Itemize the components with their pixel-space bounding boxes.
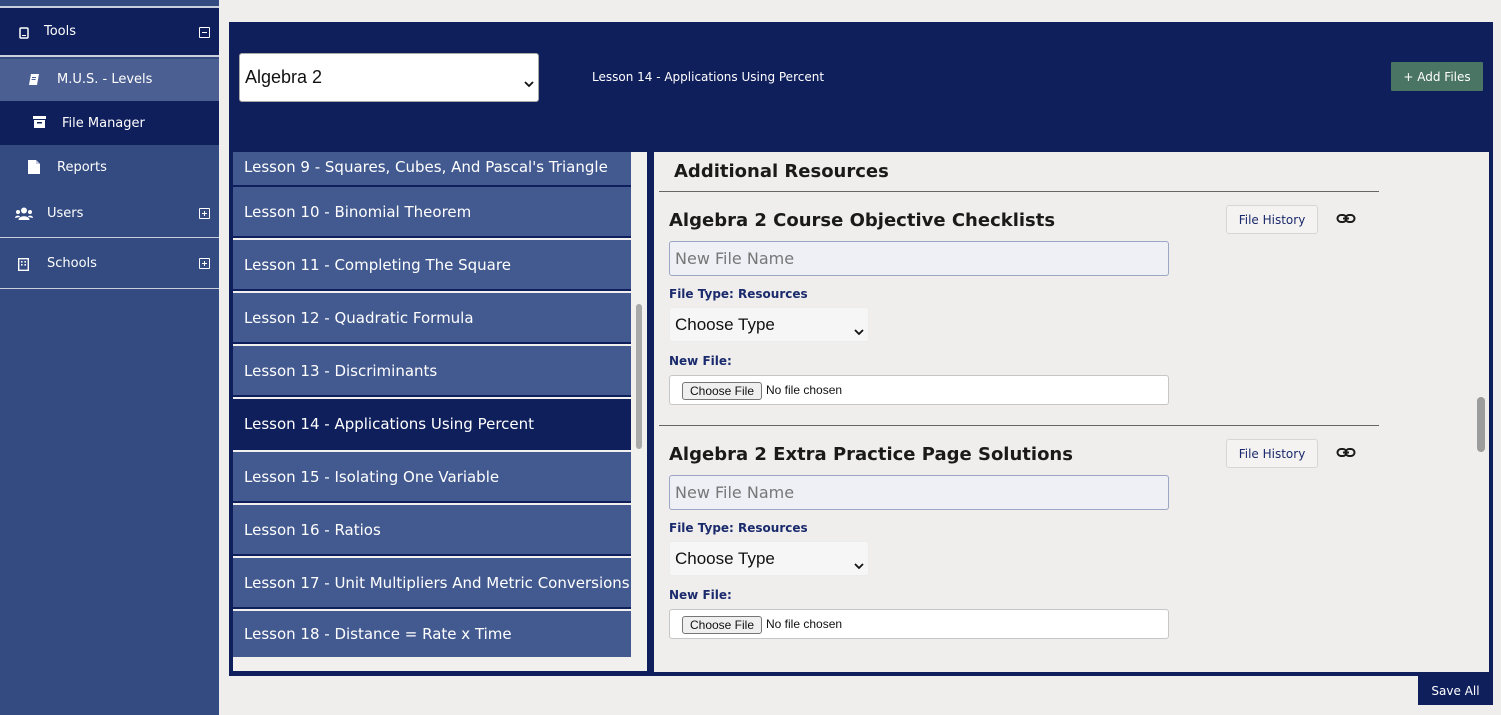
sidebar-item-label: Tools	[44, 24, 77, 39]
sidebar-item-mus-levels[interactable]: M.U.S. - Levels	[0, 59, 219, 101]
divider	[659, 191, 1379, 192]
file-input[interactable]: Choose File No file chosen	[669, 609, 1169, 639]
sidebar-item-tools[interactable]: Tools	[0, 8, 219, 57]
lesson-item-active[interactable]: Lesson 14 - Applications Using Percent	[233, 399, 631, 450]
sidebar-item-file-manager[interactable]: File Manager	[0, 101, 219, 145]
building-icon	[17, 257, 29, 271]
sidebar-item-label: M.U.S. - Levels	[57, 72, 153, 87]
file-icon	[27, 159, 41, 174]
lesson-list: Lesson 9 - Squares, Cubes, And Pascal's …	[233, 152, 647, 671]
chevron-down-icon	[854, 321, 864, 341]
file-input[interactable]: Choose File No file chosen	[669, 375, 1169, 405]
divider	[659, 425, 1379, 426]
lesson-item[interactable]: Lesson 15 - Isolating One Variable	[233, 452, 631, 503]
sidebar-item-schools[interactable]: Schools	[0, 239, 219, 289]
choose-file-button[interactable]: Choose File	[682, 382, 762, 400]
sidebar-item-label: Users	[47, 206, 84, 221]
resources-heading: Additional Resources	[674, 161, 889, 182]
save-all-button[interactable]: Save All	[1418, 676, 1493, 705]
collapse-icon[interactable]	[199, 27, 210, 38]
list-spacer	[233, 657, 631, 671]
lesson-item[interactable]: Lesson 9 - Squares, Cubes, And Pascal's …	[233, 152, 631, 187]
file-type-select-value: Choose Type	[675, 548, 775, 568]
course-select-value: Algebra 2	[245, 67, 323, 87]
expand-icon[interactable]	[199, 258, 210, 269]
lesson-item[interactable]: Lesson 12 - Quadratic Formula	[233, 293, 631, 344]
link-icon[interactable]	[1336, 443, 1356, 463]
file-type-select[interactable]: Choose Type	[669, 541, 869, 576]
sidebar-item-label: Reports	[57, 160, 107, 175]
lesson-list-scrollbar[interactable]	[636, 304, 642, 449]
resource-title: Algebra 2 Course Objective Checklists	[669, 210, 1056, 231]
new-file-name-input[interactable]: New File Name	[669, 475, 1169, 510]
lesson-item[interactable]: Lesson 18 - Distance = Rate x Time	[233, 611, 631, 657]
resource-title: Algebra 2 Extra Practice Page Solutions	[669, 444, 1073, 465]
file-type-label: File Type: Resources	[669, 521, 808, 535]
new-file-name-input[interactable]: New File Name	[669, 241, 1169, 276]
choose-file-button[interactable]: Choose File	[682, 616, 762, 634]
new-file-label: New File:	[669, 588, 732, 602]
placeholder-text: New File Name	[675, 249, 795, 268]
lesson-item[interactable]: Lesson 11 - Completing The Square	[233, 240, 631, 291]
new-file-label: New File:	[669, 354, 732, 368]
lesson-item[interactable]: Lesson 17 - Unit Multipliers And Metric …	[233, 558, 631, 609]
resources-panel: Additional Resources Algebra 2 Course Ob…	[654, 152, 1489, 672]
file-type-select-value: Choose Type	[675, 314, 775, 334]
sidebar-item-users[interactable]: Users	[0, 189, 219, 238]
lesson-item[interactable]: Lesson 13 - Discriminants	[233, 346, 631, 397]
expand-icon[interactable]	[199, 208, 210, 219]
chevron-down-icon	[854, 555, 864, 575]
lesson-title: Lesson 14 - Applications Using Percent	[592, 70, 825, 84]
no-file-text: No file chosen	[766, 617, 843, 631]
link-icon[interactable]	[1336, 209, 1356, 229]
placeholder-text: New File Name	[675, 483, 795, 502]
file-history-button[interactable]: File History	[1226, 205, 1318, 234]
book-icon	[27, 72, 41, 86]
file-type-select[interactable]: Choose Type	[669, 307, 869, 342]
resources-scrollbar[interactable]	[1477, 397, 1485, 452]
no-file-text: No file chosen	[766, 383, 843, 397]
tablet-icon	[18, 26, 30, 40]
course-select[interactable]: Algebra 2	[239, 53, 539, 102]
lesson-item[interactable]: Lesson 10 - Binomial Theorem	[233, 187, 631, 238]
sidebar-item-reports[interactable]: Reports	[0, 145, 219, 189]
file-manager-panel: Algebra 2 Lesson 14 - Applications Using…	[229, 22, 1493, 676]
file-history-button[interactable]: File History	[1226, 439, 1318, 468]
users-icon	[15, 206, 33, 220]
sidebar-item-label: File Manager	[62, 116, 145, 131]
lesson-item[interactable]: Lesson 16 - Ratios	[233, 505, 631, 556]
sidebar-item-label: Schools	[47, 256, 97, 271]
chevron-down-icon	[524, 72, 534, 93]
archive-icon	[32, 115, 46, 129]
file-type-label: File Type: Resources	[669, 287, 808, 301]
add-files-button[interactable]: + Add Files	[1391, 62, 1483, 91]
sidebar: Tools M.U.S. - Levels File Manager Repor…	[0, 0, 219, 715]
